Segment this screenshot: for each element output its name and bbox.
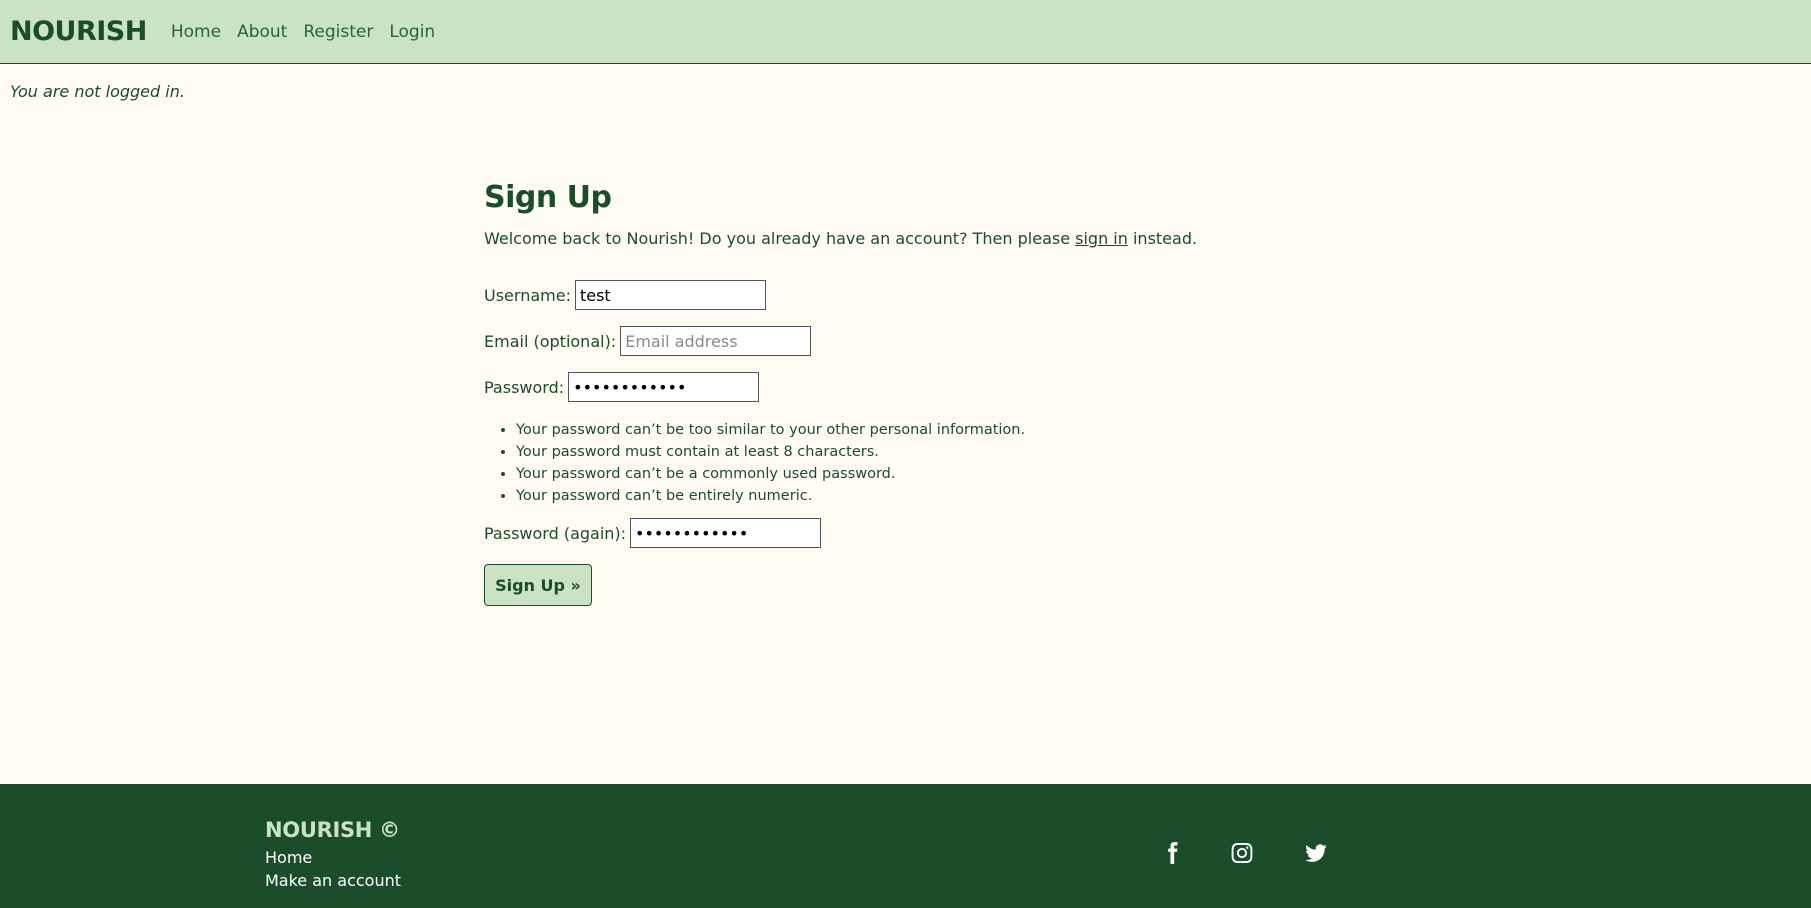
- username-input[interactable]: [574, 280, 766, 310]
- footer-links: Home Make an account: [265, 848, 401, 894]
- top-navbar: NOURISH Home About Register Login: [0, 0, 1811, 64]
- password-input[interactable]: [568, 372, 760, 402]
- password-rule: Your password can’t be a commonly used p…: [516, 466, 1244, 482]
- sign-in-link[interactable]: sign in: [1075, 229, 1128, 248]
- email-row: Email (optional):: [484, 326, 1244, 356]
- password-rule: Your password can’t be entirely numeric.: [516, 488, 1244, 504]
- twitter-icon[interactable]: [1303, 840, 1329, 870]
- page-footer: NOURISH © Home Make an account: [0, 784, 1811, 908]
- welcome-text: Welcome back to Nourish! Do you already …: [484, 229, 1244, 248]
- nav-home-link[interactable]: Home: [171, 22, 221, 42]
- password-rule: Your password can’t be too similar to yo…: [516, 422, 1244, 438]
- email-input[interactable]: [620, 326, 812, 356]
- login-status-text: You are not logged in.: [10, 82, 185, 101]
- username-label: Username:: [484, 285, 571, 305]
- nav-login-link[interactable]: Login: [389, 22, 435, 42]
- email-label: Email (optional):: [484, 331, 617, 351]
- password-label: Password:: [484, 377, 565, 397]
- page-title: Sign Up: [484, 180, 612, 215]
- welcome-suffix: instead.: [1127, 229, 1198, 248]
- password-again-row: Password (again):: [484, 518, 1244, 548]
- footer-home-link[interactable]: Home: [265, 848, 401, 867]
- sign-up-button[interactable]: Sign Up »: [484, 564, 592, 606]
- instagram-icon[interactable]: [1229, 840, 1255, 870]
- brand-logo[interactable]: NOURISH: [10, 16, 147, 47]
- password-rules-list: Your password can’t be too similar to yo…: [516, 422, 1244, 504]
- main-nav: Home About Register Login: [171, 22, 451, 42]
- password-again-label: Password (again):: [484, 523, 627, 543]
- signup-form: Sign Up Welcome back to Nourish! Do you …: [484, 180, 1244, 606]
- facebook-icon[interactable]: [1159, 840, 1185, 870]
- footer-brand: NOURISH ©: [265, 818, 400, 842]
- nav-about-link[interactable]: About: [237, 22, 287, 42]
- nav-register-link[interactable]: Register: [303, 22, 373, 42]
- password-rule: Your password must contain at least 8 ch…: [516, 444, 1244, 460]
- password-row: Password:: [484, 372, 1244, 402]
- username-row: Username:: [484, 280, 1244, 310]
- welcome-prefix: Welcome back to Nourish! Do you already …: [484, 229, 1076, 248]
- footer-make-account-link[interactable]: Make an account: [265, 871, 401, 890]
- password-again-input[interactable]: [630, 518, 822, 548]
